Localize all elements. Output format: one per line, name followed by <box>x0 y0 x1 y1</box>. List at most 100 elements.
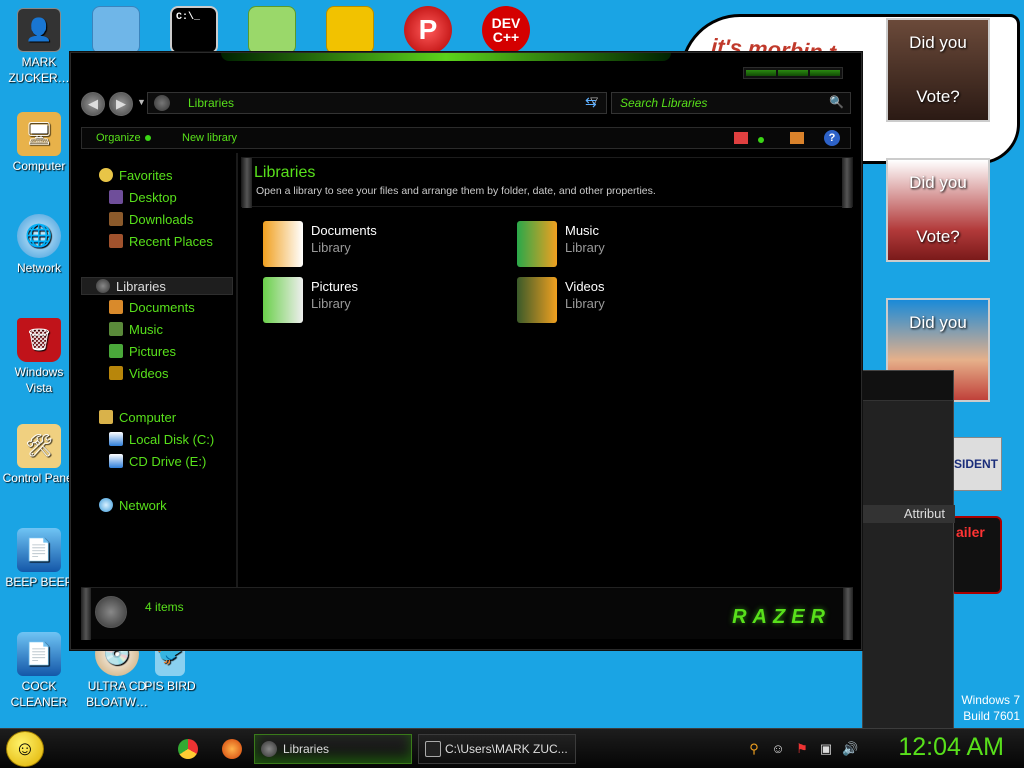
background-window-column-header[interactable]: Attribut <box>863 505 955 523</box>
devcpp-icon[interactable]: DEV C++ <box>482 6 530 54</box>
videos-library-icon <box>517 277 557 323</box>
nav-documents[interactable]: Documents <box>109 299 195 317</box>
user-folder-icon: 👤 <box>17 8 61 52</box>
library-type: Library <box>565 240 605 255</box>
background-window[interactable]: Attribut <box>862 370 955 728</box>
file-icon: 📄 <box>17 528 61 572</box>
nav-videos[interactable]: Videos <box>109 365 169 383</box>
firefox-icon[interactable] <box>222 739 242 759</box>
back-button[interactable]: ◀ <box>81 92 105 116</box>
new-library-button[interactable]: New library <box>182 132 237 144</box>
nav-recent-places[interactable]: Recent Places <box>109 233 213 251</box>
title-glow <box>221 53 671 61</box>
desktop-icon-mark-zucker[interactable]: 👤 MARK ZUCKER… <box>0 8 78 86</box>
cmd-icon[interactable]: C:\_ <box>170 6 218 54</box>
control-panel-icon: 🛠 <box>17 424 61 468</box>
paint-icon[interactable]: P <box>404 6 452 54</box>
taskbar-task-libraries[interactable]: Libraries <box>254 734 412 764</box>
photo-caption: Did you <box>909 33 967 52</box>
desktop-icon-network[interactable]: 🌐 Network <box>0 214 78 276</box>
desktop-icon-beep-beep[interactable]: 📄 BEEP BEEP <box>0 528 78 590</box>
volume-icon[interactable]: 🔊 <box>842 741 858 757</box>
network-icon <box>99 498 113 512</box>
library-type: Library <box>565 296 605 311</box>
search-tray-icon[interactable]: ⚲ <box>746 741 762 757</box>
start-button[interactable]: ☺ <box>6 731 44 767</box>
folder-note-icon[interactable] <box>92 6 140 54</box>
clock[interactable]: 12:04 AM <box>898 733 1004 762</box>
photo-caption: Vote? <box>916 87 960 106</box>
network-globe-icon: 🌐 <box>17 214 61 258</box>
network-tray-icon[interactable]: ▣ <box>818 741 834 757</box>
background-window-titlebar[interactable] <box>863 371 953 401</box>
music-icon <box>109 322 123 336</box>
recycle-bin-icon: 🗑 <box>17 318 61 362</box>
address-bar[interactable]: Libraries ▽ <box>147 92 607 114</box>
search-input[interactable] <box>620 95 820 111</box>
explorer-titlebar[interactable] <box>71 53 861 81</box>
nav-network[interactable]: Network <box>99 497 167 515</box>
maximize-button[interactable] <box>778 70 808 76</box>
chrome-icon[interactable] <box>178 739 198 759</box>
desktop-icon-cock-cleaner[interactable]: 📄 COCK CLEANER <box>0 632 78 710</box>
recent-pages-dropdown-icon[interactable]: ▼ <box>137 97 146 107</box>
refresh-icon[interactable]: ⇆ <box>585 94 597 111</box>
desktop-icon-computer[interactable]: 🖥 Computer <box>0 112 78 174</box>
desktop-icon-windows-vista[interactable]: 🗑 Windows Vista <box>0 318 78 396</box>
star-icon <box>99 168 113 182</box>
navigation-pane: Favorites Desktop Downloads Recent Place… <box>79 157 237 587</box>
help-icon[interactable]: ? <box>824 130 840 146</box>
command-bar: Organize New library ? <box>81 127 851 149</box>
view-dropdown-icon[interactable] <box>758 132 772 144</box>
address-text: Libraries <box>188 96 235 110</box>
vote-photo-2[interactable]: Did you Vote? <box>886 158 990 262</box>
explorer-window[interactable]: ◀ ▶ ▼ Libraries ▽ ⇆ 🔍 Organize New libra… <box>70 52 862 650</box>
desktop-icon-control-panel[interactable]: 🛠 Control Panel <box>0 424 78 486</box>
close-button[interactable] <box>810 70 840 76</box>
search-box[interactable]: 🔍 <box>611 92 851 114</box>
desktop-icon-label: COCK CLEANER <box>10 679 68 709</box>
library-name: Documents <box>311 223 377 238</box>
pictures-icon <box>109 344 123 358</box>
razer-logo: RAZER <box>732 606 831 628</box>
nav-libraries[interactable]: Libraries <box>81 277 233 295</box>
library-header: Libraries Open a library to see your fil… <box>241 157 853 208</box>
organize-button[interactable]: Organize <box>96 132 151 144</box>
library-pictures[interactable]: Pictures Library <box>263 277 503 327</box>
nav-music[interactable]: Music <box>109 321 163 339</box>
nav-cd-drive[interactable]: CD Drive (E:) <box>109 453 206 471</box>
nav-favorites[interactable]: Favorites <box>99 167 172 185</box>
header-cap-right <box>842 158 852 208</box>
library-videos[interactable]: Videos Library <box>517 277 757 327</box>
library-music[interactable]: Music Library <box>517 221 757 271</box>
page-subtitle: Open a library to see your files and arr… <box>256 185 656 197</box>
search-icon[interactable]: 🔍 <box>829 95 844 109</box>
documents-library-icon <box>263 221 303 267</box>
libraries-icon <box>261 741 277 757</box>
nav-pictures[interactable]: Pictures <box>109 343 176 361</box>
nav-desktop[interactable]: Desktop <box>109 189 177 207</box>
preview-pane-icon[interactable] <box>790 132 804 144</box>
music-library-icon <box>517 221 557 267</box>
nav-downloads[interactable]: Downloads <box>109 211 193 229</box>
minimize-button[interactable] <box>746 70 776 76</box>
window-controls <box>743 67 843 79</box>
pane-divider[interactable] <box>236 153 238 587</box>
photo-caption: Vote? <box>916 227 960 246</box>
libraries-icon <box>154 95 170 111</box>
messenger-tray-icon[interactable]: ☺ <box>770 741 786 757</box>
desktop-icon-label: Windows Vista <box>14 365 64 395</box>
view-options-icon[interactable] <box>734 132 748 144</box>
library-documents[interactable]: Documents Library <box>263 221 503 271</box>
header-cap-left <box>242 158 252 208</box>
nav-local-disk[interactable]: Local Disk (C:) <box>109 431 214 449</box>
vote-photo-1[interactable]: Did you Vote? <box>886 18 990 122</box>
libraries-large-icon <box>95 596 127 628</box>
forward-button[interactable]: ▶ <box>109 92 133 116</box>
taskbar-task-7zip[interactable]: C:\Users\MARK ZUC... <box>418 734 576 764</box>
action-center-flag-icon[interactable]: ⚑ <box>794 741 810 757</box>
7zip-icon <box>425 741 441 757</box>
nav-computer[interactable]: Computer <box>99 409 176 427</box>
drive-icon[interactable] <box>248 6 296 54</box>
angry-bird-icon[interactable] <box>326 6 374 54</box>
